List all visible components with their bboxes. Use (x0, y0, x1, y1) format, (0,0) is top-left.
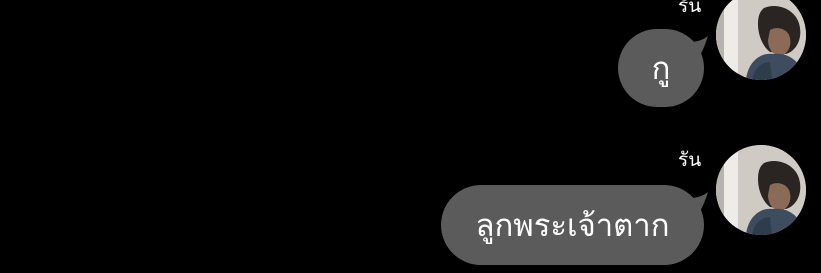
avatar[interactable] (716, 0, 806, 80)
message-bubble[interactable]: ลูกพระเจ้าตาก (441, 185, 704, 265)
sender-name: รัน (678, 149, 702, 171)
message-bubble[interactable]: กู (618, 29, 704, 107)
avatar[interactable] (716, 145, 806, 235)
profile-photo-icon (716, 145, 806, 235)
sender-name: รัน (678, 0, 702, 17)
profile-photo-icon (716, 0, 806, 80)
